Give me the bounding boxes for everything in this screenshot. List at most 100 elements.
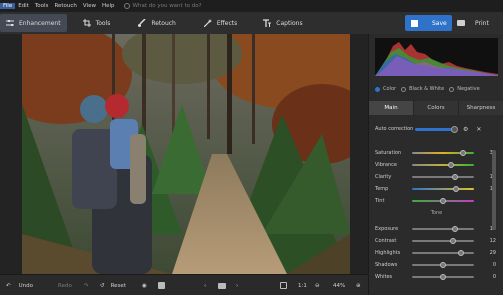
tab-captions[interactable]: Captions	[257, 14, 308, 32]
slider-shadows: Shadows 0	[375, 260, 498, 270]
undo-label: Undo	[18, 282, 33, 289]
zoom-level: 44%	[333, 282, 346, 289]
tab-tools[interactable]: Tools	[77, 14, 117, 32]
saturation-thumb[interactable]	[460, 150, 466, 156]
shadows-track[interactable]	[412, 262, 474, 268]
slider-contrast: Contrast 12	[375, 236, 498, 246]
exposure-track[interactable]	[412, 226, 474, 232]
whites-label: Whites	[375, 274, 393, 280]
radio-bw[interactable]	[401, 86, 407, 92]
save-label: Save	[432, 19, 447, 27]
menu-edit[interactable]: Edit	[15, 3, 32, 9]
menu-file[interactable]: File	[0, 3, 16, 9]
folder-glyph	[218, 282, 226, 289]
reset-button[interactable]: ↺ Reset	[100, 280, 126, 291]
photo-preview	[22, 34, 350, 274]
split-view-icon[interactable]	[158, 280, 165, 291]
save-button[interactable]: Save	[405, 15, 452, 31]
undo-icon: ↶	[6, 282, 11, 289]
radio-color[interactable]	[375, 86, 380, 92]
slider-highlights: Highlights 29	[375, 248, 498, 258]
clarity-thumb[interactable]	[452, 174, 458, 180]
shadows-value[interactable]: 0	[482, 262, 496, 268]
folder-icon[interactable]	[218, 280, 226, 291]
contrast-track[interactable]	[412, 238, 474, 244]
mode-negative[interactable]: Negative	[449, 86, 480, 92]
mode-negative-label: Negative	[457, 86, 480, 92]
sliders-icon	[6, 20, 14, 26]
split-view-glyph	[158, 282, 165, 289]
next-image-button[interactable]: ›	[236, 280, 238, 291]
bottom-bar: ↶ Undo Redo ↷ ↺ Reset ◉ ‹ › 1:1 ⊖ 44% ⊕	[0, 274, 368, 295]
temp-label: Temp	[375, 186, 389, 192]
whites-thumb[interactable]	[440, 274, 446, 280]
slider-tint: Tint 0	[375, 196, 498, 206]
saturation-track[interactable]	[412, 150, 474, 156]
temp-track[interactable]	[412, 186, 474, 192]
clarity-track[interactable]	[412, 174, 474, 180]
zoom-out-button[interactable]: ⊖	[315, 280, 320, 291]
gear-icon[interactable]: ⚙	[463, 126, 468, 133]
vibrance-label: Vibrance	[375, 162, 397, 168]
mode-color[interactable]: Color	[375, 86, 396, 92]
histogram	[375, 38, 498, 76]
auto-correction-slider[interactable]	[415, 125, 458, 133]
vibrance-thumb[interactable]	[448, 162, 454, 168]
radio-negative[interactable]	[449, 86, 455, 92]
photo-editor-window: File Edit Tools Retouch View Help What d…	[0, 0, 503, 295]
tint-thumb[interactable]	[440, 198, 446, 204]
slider-temp: Temp 15	[375, 184, 498, 194]
undo-button[interactable]: ↶ Undo	[6, 280, 33, 291]
menu-help[interactable]: Help	[99, 3, 118, 9]
whites-track[interactable]	[412, 274, 474, 280]
redo-label: Redo	[58, 282, 72, 289]
menu-retouch[interactable]: Retouch	[51, 3, 79, 9]
menu-view[interactable]: View	[80, 3, 99, 9]
highlights-track[interactable]	[412, 250, 474, 256]
redo-button[interactable]: Redo ↷	[58, 280, 88, 291]
adjustments-panel: Color Black & White Negative Main Colors…	[368, 34, 503, 295]
shadows-thumb[interactable]	[440, 262, 446, 268]
tab-effects[interactable]: Effects	[198, 14, 243, 32]
search-placeholder: What do you want to do?	[132, 3, 202, 9]
fit-screen-icon[interactable]	[280, 280, 287, 291]
tab-sharpness[interactable]: Sharpness	[459, 101, 503, 115]
slider-exposure: Exposure 16	[375, 224, 498, 234]
saturation-label: Saturation	[375, 150, 402, 156]
contrast-value[interactable]: 12	[482, 238, 496, 244]
search-box[interactable]: What do you want to do?	[123, 3, 202, 9]
tab-enhancement-label: Enhancement	[19, 19, 61, 27]
slider-whites: Whites 0	[375, 272, 498, 282]
tab-colors[interactable]: Colors	[414, 101, 459, 115]
auto-correction-label: Auto correction	[375, 126, 414, 132]
wand-icon	[203, 19, 212, 27]
panel-scrollbar[interactable]	[492, 150, 496, 230]
search-icon	[123, 3, 130, 9]
highlights-value[interactable]: 29	[482, 250, 496, 256]
tab-main[interactable]: Main	[369, 101, 414, 115]
menu-tools[interactable]: Tools	[32, 3, 52, 9]
tab-enhancement[interactable]: Enhancement	[0, 14, 67, 32]
brush-icon	[138, 19, 146, 27]
actual-size-button[interactable]: 1:1	[298, 280, 307, 291]
exposure-thumb[interactable]	[452, 226, 458, 232]
close-icon[interactable]: ✕	[476, 126, 481, 133]
reset-label: Reset	[110, 282, 126, 289]
clarity-label: Clarity	[375, 174, 392, 180]
tint-track[interactable]	[412, 198, 474, 204]
vibrance-track[interactable]	[412, 162, 474, 168]
mode-bw[interactable]: Black & White	[401, 86, 444, 92]
tab-retouch[interactable]: Retouch	[132, 14, 182, 32]
temp-thumb[interactable]	[453, 186, 459, 192]
auto-correction-knob[interactable]	[451, 125, 458, 133]
contrast-thumb[interactable]	[450, 238, 456, 244]
print-button[interactable]: Print	[455, 15, 495, 31]
whites-value[interactable]: 0	[482, 274, 496, 280]
prev-image-button[interactable]: ‹	[204, 280, 206, 291]
highlights-thumb[interactable]	[458, 250, 464, 256]
printer-icon	[457, 20, 465, 26]
zoom-in-button[interactable]: ⊕	[356, 280, 361, 291]
image-canvas[interactable]	[0, 34, 368, 274]
compare-eye-icon[interactable]: ◉	[142, 280, 147, 291]
crop-icon	[82, 19, 91, 27]
